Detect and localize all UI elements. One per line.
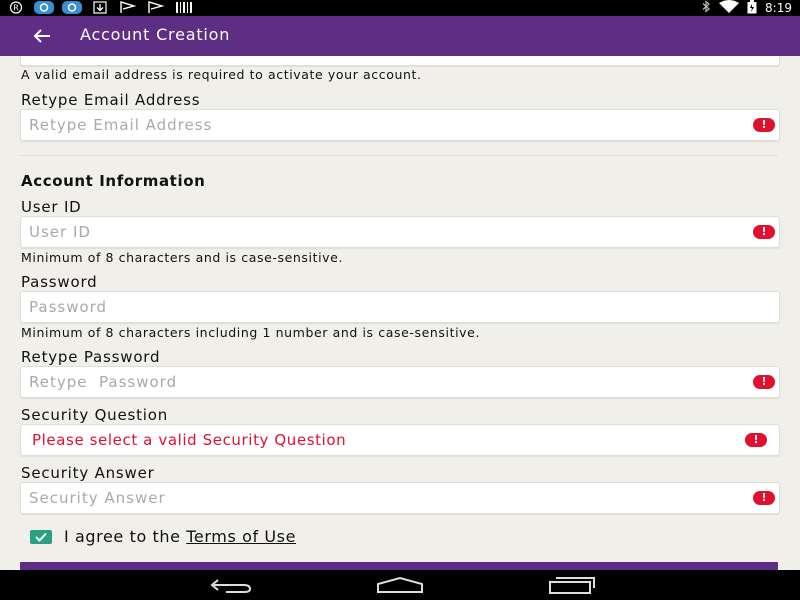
password-placeholder: Password: [29, 298, 108, 316]
back-arrow-icon[interactable]: [30, 24, 54, 48]
retype-password-label: Retype Password: [21, 348, 161, 366]
retype-email-label: Retype Email Address: [21, 91, 201, 109]
sync-icon-2: [62, 1, 82, 14]
back-icon[interactable]: [205, 574, 253, 596]
terms-of-use-link[interactable]: Terms of Use: [186, 527, 296, 546]
agree-text: I agree to the Terms of Use: [64, 527, 296, 546]
agree-prefix: I agree to the: [64, 527, 187, 546]
svg-text:R: R: [13, 4, 19, 13]
user-id-label: User ID: [21, 198, 82, 216]
password-field[interactable]: Password: [20, 291, 780, 323]
terms-agree-row: I agree to the Terms of Use: [30, 527, 296, 546]
flag-icon-2: [146, 1, 166, 14]
retype-password-placeholder: Retype Password: [29, 373, 178, 391]
retype-password-field[interactable]: Retype Password !: [20, 366, 780, 398]
status-bar: R 8:19: [0, 0, 800, 16]
r-icon: R: [6, 1, 26, 14]
app-bar: Account Creation: [0, 16, 800, 56]
submit-button[interactable]: [20, 562, 778, 570]
security-answer-field[interactable]: Security Answer !: [20, 482, 780, 514]
wifi-icon: [719, 0, 740, 16]
password-label: Password: [21, 273, 98, 291]
security-question-error-text: Please select a valid Security Question: [32, 431, 347, 449]
security-question-select[interactable]: Please select a valid Security Question …: [20, 424, 780, 456]
agree-checkbox[interactable]: [30, 529, 52, 544]
recents-icon[interactable]: [548, 574, 596, 596]
user-id-hint: Minimum of 8 characters and is case-sens…: [21, 250, 344, 265]
user-id-placeholder: User ID: [29, 223, 91, 241]
home-icon[interactable]: [376, 574, 424, 596]
security-answer-placeholder: Security Answer: [29, 489, 166, 507]
flag-icon: [118, 1, 138, 14]
email-field[interactable]: [20, 56, 780, 66]
battery-icon: [747, 0, 757, 17]
divider: [20, 155, 778, 156]
error-icon: !: [753, 375, 775, 389]
form-scroll-area[interactable]: A valid email address is required to act…: [0, 56, 800, 570]
retype-email-field[interactable]: Retype Email Address !: [20, 109, 780, 141]
password-hint: Minimum of 8 characters including 1 numb…: [21, 325, 481, 340]
error-icon: !: [753, 118, 775, 132]
user-id-field[interactable]: User ID !: [20, 216, 780, 248]
nav-bar: [0, 570, 800, 600]
bluetooth-icon: [701, 0, 711, 16]
section-title: Account Information: [21, 172, 206, 190]
security-answer-label: Security Answer: [21, 464, 155, 482]
error-icon: !: [753, 225, 775, 239]
page-title: Account Creation: [80, 25, 231, 44]
download-icon: [90, 1, 110, 14]
retype-email-placeholder: Retype Email Address: [29, 116, 213, 134]
clock: 8:19: [765, 1, 792, 15]
error-icon: !: [753, 491, 775, 505]
barcode-icon: [174, 1, 194, 14]
error-icon: !: [745, 433, 767, 447]
security-question-label: Security Question: [21, 406, 169, 424]
sync-icon: [34, 1, 54, 14]
email-hint: A valid email address is required to act…: [21, 67, 422, 82]
